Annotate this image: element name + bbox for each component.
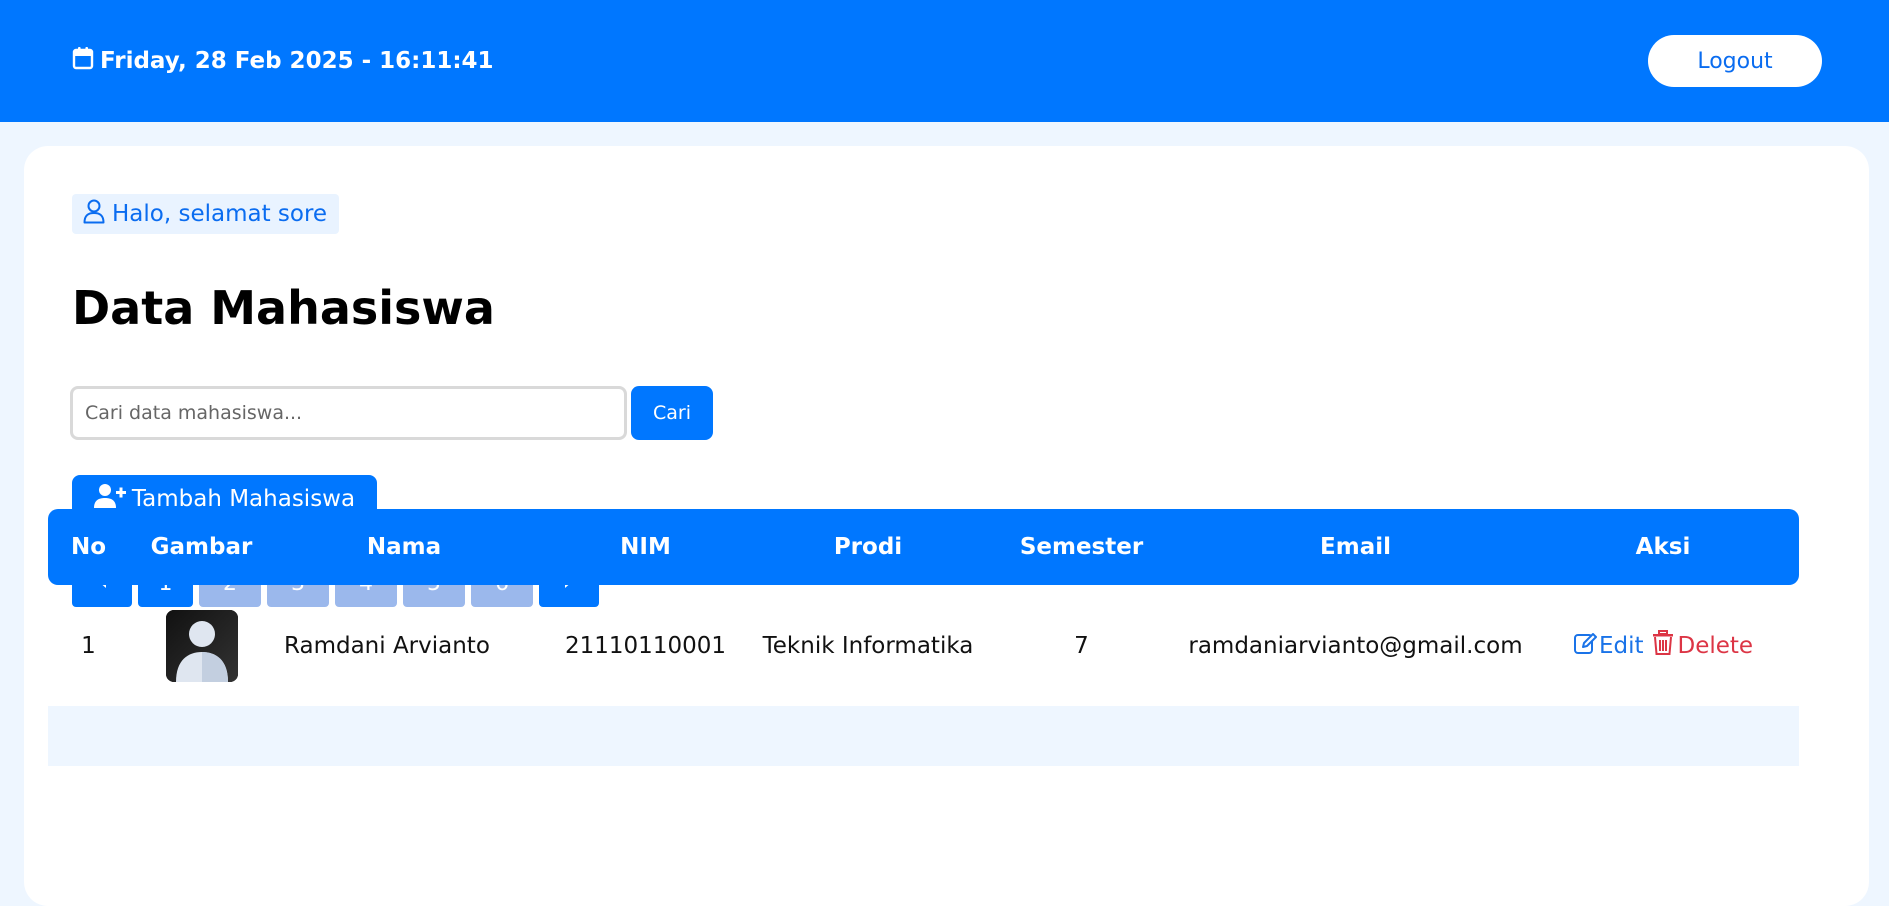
students-table: No Gambar Nama NIM Prodi Semester Email … [48,509,1799,706]
calendar-icon [72,46,94,76]
table-row-stripe [48,706,1799,766]
cell-nim: 21110110001 [565,632,726,659]
datetime-text: Friday, 28 Feb 2025 - 16:11:41 [100,48,494,74]
column-header-email: Email [1320,534,1391,560]
cell-gambar [129,585,274,706]
table-row: 1 Ramdani Arvianto 21110110001 Teknik In… [48,585,1799,706]
edit-label: Edit [1598,632,1644,659]
edit-button[interactable]: Edit [1573,630,1644,662]
column-header-prodi: Prodi [833,534,903,560]
cell-nama: Ramdani Arvianto [284,632,490,659]
delete-label: Delete [1677,632,1754,659]
column-header-aksi: Aksi [1635,534,1691,560]
column-header-nim: NIM [620,534,671,560]
cell-semester: 7 [1074,632,1089,659]
logout-button[interactable]: Logout [1648,35,1822,87]
search-button[interactable]: Cari [631,386,713,440]
column-header-semester: Semester [1019,534,1144,560]
greeting-badge: Halo, selamat sore [72,194,340,234]
top-bar: Friday, 28 Feb 2025 - 16:11:41 Logout [0,0,1889,122]
cell-prodi: Teknik Informatika [762,632,974,659]
search-input[interactable] [70,386,627,440]
user-icon [82,198,106,230]
cell-email: ramdaniarvianto@gmail.com [1188,632,1523,659]
column-header-no: No [70,534,107,560]
greeting-text: Halo, selamat sore [112,201,328,227]
cell-aksi: Edit Delete [1527,585,1799,706]
edit-icon [1573,630,1597,662]
delete-button[interactable]: Delete [1651,629,1754,662]
page-title: Data Mahasiswa [72,281,495,335]
cell-no: 1 [81,632,96,659]
trash-icon [1651,629,1675,662]
table-header-row: No Gambar Nama NIM Prodi Semester Email … [48,509,1799,585]
column-header-nama: Nama [366,534,442,560]
column-header-gambar: Gambar [150,534,253,560]
avatar [165,609,238,682]
search-bar: Cari [70,386,713,440]
datetime-display: Friday, 28 Feb 2025 - 16:11:41 [72,46,494,76]
